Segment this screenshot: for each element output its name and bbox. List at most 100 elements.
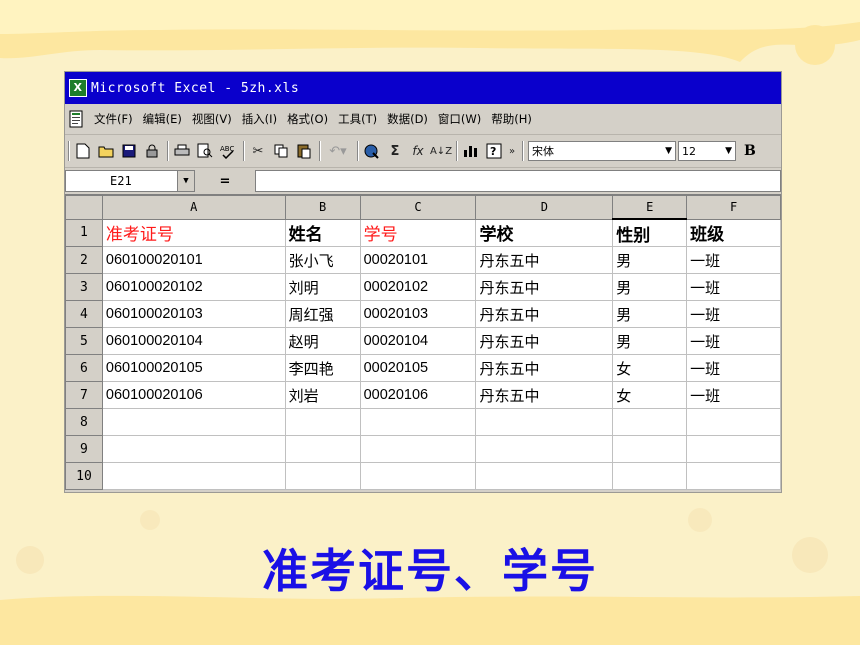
cell[interactable]: 丹东五中 — [475, 246, 614, 274]
cell[interactable]: 一班 — [686, 327, 781, 355]
cell[interactable]: 00020101 — [359, 246, 477, 274]
row-header[interactable]: 4 — [65, 300, 103, 328]
cell[interactable]: 00020104 — [359, 327, 477, 355]
cell[interactable]: 一班 — [686, 381, 781, 409]
menu-edit[interactable]: 编辑(E) — [138, 111, 187, 127]
column-header-f[interactable]: F — [686, 195, 781, 220]
cell[interactable]: 一班 — [686, 354, 781, 382]
cell[interactable]: 丹东五中 — [475, 300, 614, 328]
cell[interactable]: 周红强 — [284, 300, 361, 328]
cell[interactable]: 丹东五中 — [475, 327, 614, 355]
document-menu-icon[interactable] — [69, 110, 85, 128]
cell[interactable]: 060100020102 — [101, 273, 286, 301]
excel-app-icon[interactable]: X — [69, 79, 87, 97]
autosum-icon[interactable]: Σ — [384, 140, 406, 162]
menu-insert[interactable]: 插入(I) — [237, 111, 282, 127]
cell[interactable]: 张小飞 — [284, 246, 361, 274]
column-header-b[interactable]: B — [284, 195, 361, 220]
column-header-e[interactable]: E — [612, 195, 688, 220]
cell[interactable] — [686, 408, 781, 436]
copy-icon[interactable] — [270, 140, 292, 162]
cell[interactable]: 060100020106 — [101, 381, 286, 409]
cell[interactable]: 男 — [612, 300, 688, 328]
cell[interactable]: 男 — [612, 273, 688, 301]
cell[interactable]: 丹东五中 — [475, 381, 614, 409]
header-cell-student-id[interactable]: 学号 — [359, 218, 477, 247]
cell[interactable] — [612, 462, 688, 490]
row-header[interactable]: 3 — [65, 273, 103, 301]
cell[interactable]: 00020102 — [359, 273, 477, 301]
cell[interactable] — [359, 435, 477, 463]
cell[interactable] — [475, 408, 614, 436]
print-preview-icon[interactable] — [194, 140, 216, 162]
cell[interactable] — [101, 408, 286, 436]
font-name-select[interactable]: 宋体 ▼ — [528, 141, 676, 161]
permission-icon[interactable] — [141, 140, 163, 162]
font-size-select[interactable]: 12 ▼ — [678, 141, 736, 161]
menu-tools[interactable]: 工具(T) — [333, 111, 382, 127]
column-header-a[interactable]: A — [101, 195, 286, 220]
cell[interactable]: 赵明 — [284, 327, 361, 355]
select-all-corner[interactable] — [65, 195, 103, 220]
cell[interactable] — [475, 462, 614, 490]
save-icon[interactable] — [118, 140, 140, 162]
header-cell-gender[interactable]: 性别 — [612, 218, 688, 247]
cell[interactable]: 00020105 — [359, 354, 477, 382]
cell[interactable]: 060100020103 — [101, 300, 286, 328]
chevron-down-icon[interactable]: ▼ — [665, 146, 672, 156]
open-icon[interactable] — [95, 140, 117, 162]
row-header[interactable]: 8 — [65, 408, 103, 436]
formula-equals[interactable]: = — [195, 174, 255, 189]
row-header[interactable]: 2 — [65, 246, 103, 274]
sort-icon[interactable]: A↓Z — [430, 140, 452, 162]
cell[interactable] — [359, 408, 477, 436]
cell[interactable]: 一班 — [686, 273, 781, 301]
row-header[interactable]: 9 — [65, 435, 103, 463]
cell[interactable]: 060100020104 — [101, 327, 286, 355]
cell[interactable]: 男 — [612, 246, 688, 274]
chevron-down-icon[interactable]: ▼ — [177, 171, 194, 191]
formula-input[interactable] — [255, 170, 781, 192]
header-cell-exam-id[interactable]: 准考证号 — [101, 218, 286, 247]
header-cell-class[interactable]: 班级 — [686, 218, 781, 247]
chevron-down-icon[interactable]: ▼ — [725, 146, 732, 156]
row-header[interactable]: 10 — [65, 462, 103, 490]
menu-view[interactable]: 视图(V) — [187, 111, 237, 127]
cell[interactable] — [284, 408, 361, 436]
cell[interactable]: 丹东五中 — [475, 273, 614, 301]
row-header[interactable]: 1 — [65, 218, 103, 247]
cell[interactable] — [686, 462, 781, 490]
help-icon[interactable]: ? — [483, 140, 505, 162]
bold-button[interactable]: B — [744, 143, 756, 159]
cell[interactable]: 00020103 — [359, 300, 477, 328]
menu-help[interactable]: 帮助(H) — [486, 111, 537, 127]
cell[interactable]: 女 — [612, 354, 688, 382]
cell[interactable] — [284, 462, 361, 490]
hyperlink-icon[interactable] — [361, 140, 383, 162]
cell[interactable]: 男 — [612, 327, 688, 355]
menu-format[interactable]: 格式(O) — [282, 111, 333, 127]
menu-data[interactable]: 数据(D) — [382, 111, 433, 127]
paste-icon[interactable] — [293, 140, 315, 162]
cell[interactable] — [101, 435, 286, 463]
cell[interactable] — [284, 435, 361, 463]
column-header-c[interactable]: C — [359, 195, 477, 220]
row-header[interactable]: 7 — [65, 381, 103, 409]
cell[interactable]: 00020106 — [359, 381, 477, 409]
cell[interactable]: 女 — [612, 381, 688, 409]
row-header[interactable]: 6 — [65, 354, 103, 382]
row-header[interactable]: 5 — [65, 327, 103, 355]
cell[interactable]: 刘岩 — [284, 381, 361, 409]
column-header-d[interactable]: D — [475, 195, 614, 220]
header-cell-name[interactable]: 姓名 — [284, 218, 361, 247]
cell[interactable] — [612, 408, 688, 436]
more-icon[interactable]: » — [506, 140, 518, 162]
cell[interactable] — [359, 462, 477, 490]
new-icon[interactable] — [72, 140, 94, 162]
cell[interactable] — [475, 435, 614, 463]
cell[interactable]: 李四艳 — [284, 354, 361, 382]
function-icon[interactable]: fx — [407, 140, 429, 162]
cell[interactable]: 丹东五中 — [475, 354, 614, 382]
menu-file[interactable]: 文件(F) — [89, 111, 138, 127]
cell[interactable] — [686, 435, 781, 463]
